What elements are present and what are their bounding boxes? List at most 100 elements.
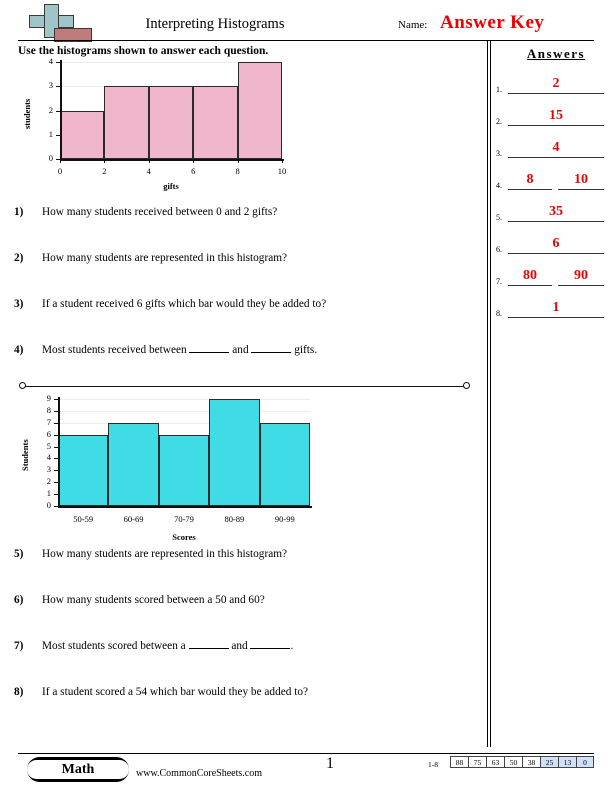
histogram-bar — [259, 422, 310, 506]
answer-row-number: 4. — [496, 181, 502, 190]
answer-blank[interactable] — [189, 352, 230, 353]
x-axis-label: 4 — [146, 166, 151, 176]
answer-blank-line[interactable] — [508, 317, 604, 318]
y-axis-title: Students — [20, 438, 30, 471]
answer-row: 4. 8 10 — [496, 164, 606, 190]
question-number: 8) — [14, 686, 24, 698]
y-axis-label: 1 — [46, 488, 51, 499]
score-cell: 13 — [558, 756, 576, 768]
score-cell: 50 — [504, 756, 522, 768]
histogram-bar — [158, 434, 210, 506]
x-axis-label: 2 — [102, 166, 107, 176]
answer-row-number: 7. — [496, 277, 502, 286]
answer-key-stamp: Answer Key — [440, 12, 545, 33]
subject-badge: Math — [27, 757, 129, 782]
answer-blank[interactable] — [251, 352, 292, 353]
x-axis-label: 60-69 — [123, 514, 144, 524]
answer-row: 1. 2 — [496, 68, 606, 94]
histogram-gifts: 0 1 2 3 4 0 2 4 6 8 10 gifts students — [18, 56, 288, 191]
x-axis-title: Scores — [172, 532, 196, 542]
question-text: Most students scored between a and . — [42, 640, 294, 652]
answer-blank-line[interactable] — [558, 285, 604, 286]
worksheet-page: Interpreting Histograms Name: Answer Key… — [0, 0, 612, 792]
x-axis-title: gifts — [163, 181, 179, 191]
gridline — [58, 410, 310, 412]
answer-row-number: 6. — [496, 245, 502, 254]
x-axis-label: 70-79 — [174, 514, 194, 524]
y-axis-label: 9 — [46, 393, 51, 403]
answer-blank-line[interactable] — [508, 253, 604, 254]
answer-value: 2 — [552, 76, 560, 91]
question-text: How many students scored between a 50 an… — [42, 594, 265, 606]
answer-blank-line[interactable] — [508, 125, 604, 126]
answer-row: 7. 80 90 — [496, 260, 606, 286]
question-text: How many students are represented in thi… — [42, 548, 288, 560]
name-label: Name: — [398, 19, 428, 31]
answer-row-number: 8. — [496, 309, 502, 318]
histogram-bar — [60, 110, 105, 159]
histogram-bar — [193, 86, 238, 159]
x-axis-label: 8 — [235, 166, 240, 176]
histogram-bar — [237, 62, 282, 159]
y-axis-label: 4 — [48, 56, 53, 66]
x-axis-label: 50-59 — [73, 514, 94, 524]
y-axis-label: 4 — [46, 452, 51, 463]
answer-blank-line[interactable] — [508, 93, 604, 94]
answer-blank-line[interactable] — [508, 157, 604, 158]
x-axis-label: 90-99 — [274, 514, 295, 524]
x-axis-line — [60, 159, 284, 161]
question-text: If a student received 6 gifts which bar … — [42, 298, 327, 310]
instructions-text: Use the histograms shown to answer each … — [18, 45, 269, 57]
answer-row-number: 3. — [496, 149, 502, 158]
question-number: 1) — [14, 206, 24, 218]
x-axis-line — [58, 506, 312, 508]
answer-value: 1 — [552, 300, 560, 315]
score-cell: 25 — [540, 756, 558, 768]
answer-value: 35 — [549, 204, 563, 219]
answer-blank-line[interactable] — [508, 221, 604, 222]
answer-blank[interactable] — [188, 648, 229, 649]
answer-row-number: 5. — [496, 213, 502, 222]
plot-area — [60, 62, 282, 159]
answer-blank-line[interactable] — [508, 285, 552, 286]
y-axis-label: 2 — [46, 476, 51, 487]
y-axis-line — [60, 60, 62, 160]
x-axis-label: 6 — [191, 166, 196, 176]
score-cell: 63 — [486, 756, 504, 768]
question-text: If a student scored a 54 which bar would… — [42, 686, 309, 698]
answer-row-number: 2. — [496, 117, 502, 126]
answer-row: 3. 4 — [496, 132, 606, 158]
answer-blank[interactable] — [250, 648, 291, 649]
answers-heading: Answers — [526, 46, 586, 61]
x-axis-tick — [60, 159, 61, 163]
question-text: How many students are represented in thi… — [42, 252, 288, 264]
section-divider — [22, 386, 466, 387]
histogram-bar — [209, 399, 260, 506]
score-scale-table: 88 75 63 50 38 25 13 0 — [450, 756, 594, 768]
x-axis-label: 80-89 — [224, 514, 245, 524]
score-cell: 75 — [468, 756, 486, 768]
y-axis-label: 5 — [46, 440, 51, 451]
x-axis-label: 10 — [277, 166, 287, 176]
question-number: 2) — [14, 252, 24, 264]
answer-value: 80 — [523, 268, 537, 283]
answer-value: 10 — [574, 172, 588, 187]
answer-row: 6. 6 — [496, 228, 606, 254]
x-axis-tick — [193, 159, 195, 163]
question-text: Most students received between and gifts… — [42, 344, 318, 356]
question-number: 4) — [14, 344, 24, 356]
answer-value: 4 — [552, 140, 560, 155]
answer-value: 90 — [574, 268, 588, 283]
score-cell: 88 — [450, 756, 468, 768]
header-divider — [18, 40, 594, 41]
histogram-bar — [108, 422, 159, 506]
y-axis-label: 0 — [46, 500, 51, 510]
answer-blank-line[interactable] — [558, 189, 604, 190]
y-axis-title: students — [22, 98, 32, 129]
histogram-bar — [148, 86, 194, 159]
section-divider-dot-right — [463, 382, 470, 389]
answer-blank-line[interactable] — [508, 189, 552, 190]
question-number: 7) — [14, 640, 24, 652]
y-axis-label: 6 — [46, 428, 51, 439]
score-range-label: 1-8 — [428, 760, 438, 769]
